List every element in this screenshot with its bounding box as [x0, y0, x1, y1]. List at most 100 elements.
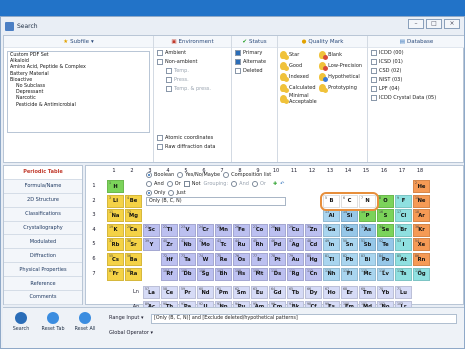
element-tc[interactable]: 43 Tc: [215, 238, 232, 252]
element-eu[interactable]: 63 Eu: [251, 286, 268, 300]
element-cu[interactable]: 29 Cu: [287, 223, 304, 237]
element-au[interactable]: 79 Au: [287, 253, 304, 266]
element-pb[interactable]: 82 Pb: [341, 253, 358, 266]
element-tb[interactable]: 65 Tb: [287, 286, 304, 300]
element-h[interactable]: 1H: [107, 180, 124, 193]
element-xe[interactable]: 54 Xe: [413, 238, 430, 252]
environment-option[interactable]: Press.: [166, 75, 231, 84]
close-button[interactable]: ×: [444, 19, 460, 29]
search-button[interactable]: Search: [9, 312, 33, 346]
element-li[interactable]: 3 Li: [107, 194, 124, 208]
checkbox[interactable]: [371, 67, 377, 74]
element-ni[interactable]: 28 Ni: [269, 223, 286, 237]
element-fr[interactable]: 87 Fr: [107, 267, 124, 281]
environment-option[interactable]: Temp. & press.: [166, 84, 231, 93]
element-cs[interactable]: 55 Cs: [107, 253, 124, 266]
element-i[interactable]: 53 I: [395, 238, 412, 252]
element-nh[interactable]: 113 Nh: [323, 267, 340, 281]
element-pd[interactable]: 46 Pd: [269, 238, 286, 252]
element-fe[interactable]: 26 Fe: [233, 223, 250, 237]
nav-reference[interactable]: Reference: [4, 277, 82, 292]
quality-option[interactable]: Star: [280, 49, 319, 60]
database-option[interactable]: CSD (02): [371, 66, 464, 75]
element-nb[interactable]: 41 Nb: [179, 238, 196, 252]
range-input-label[interactable]: Range Input ▾: [109, 315, 144, 321]
element-tm[interactable]: 69 Tm: [359, 286, 376, 300]
quality-option[interactable]: Calculated: [280, 82, 319, 93]
element-f[interactable]: 9F: [395, 194, 412, 208]
element-ir[interactable]: 77 Ir: [251, 253, 268, 266]
element-ce[interactable]: 58 Ce: [161, 286, 178, 300]
element-bi[interactable]: 83 Bi: [359, 253, 376, 266]
element-al[interactable]: 13 Al: [323, 209, 340, 223]
element-k[interactable]: 19 K: [107, 223, 124, 237]
element-nd[interactable]: 60 Nd: [197, 286, 214, 300]
element-co[interactable]: 27 Co: [251, 223, 268, 237]
element-os[interactable]: 76 Os: [233, 253, 250, 266]
element-he[interactable]: 2 He: [413, 180, 430, 193]
element-hf[interactable]: 72 Hf: [161, 253, 178, 266]
element-ds[interactable]: 110 Ds: [269, 267, 286, 281]
environment-option[interactable]: Ambient: [157, 48, 231, 57]
environment-extra[interactable]: Atomic coordinates: [157, 133, 231, 142]
element-rn[interactable]: 86 Rn: [413, 253, 430, 266]
element-ts[interactable]: 117 Ts: [395, 267, 412, 281]
element-te[interactable]: 52 Te: [377, 238, 394, 252]
element-pr[interactable]: 59 Pr: [179, 286, 196, 300]
subfile-item[interactable]: Pesticide & Antimicrobial: [10, 103, 147, 109]
element-er[interactable]: 68 Er: [341, 286, 358, 300]
element-cl[interactable]: 17 Cl: [395, 209, 412, 223]
checkbox[interactable]: [371, 49, 377, 56]
add-icon[interactable]: ✚: [273, 181, 277, 187]
element-dy[interactable]: 66 Dy: [305, 286, 322, 300]
checkbox[interactable]: [157, 143, 163, 150]
element-ra[interactable]: 88 Ra: [125, 267, 142, 281]
element-at[interactable]: 85 At: [395, 253, 412, 266]
nav-comments[interactable]: Comments: [4, 291, 82, 305]
checkbox[interactable]: [371, 85, 377, 92]
quality-option[interactable]: Minimal Acceptable: [280, 93, 319, 105]
element-pt[interactable]: 78 Pt: [269, 253, 286, 266]
grouping-and-radio[interactable]: And: [231, 180, 249, 187]
environment-option[interactable]: Non-ambient: [157, 57, 231, 66]
element-lv[interactable]: 116 Lv: [377, 267, 394, 281]
element-se[interactable]: 34 Se: [377, 223, 394, 237]
checkbox[interactable]: [371, 76, 377, 83]
element-kr[interactable]: 36 Kr: [413, 223, 430, 237]
element-yb[interactable]: 70 Yb: [377, 286, 394, 300]
element-ga[interactable]: 31 Ga: [323, 223, 340, 237]
element-rf[interactable]: 104 Rf: [161, 267, 178, 281]
element-w[interactable]: 74 W: [197, 253, 214, 266]
environment-extra[interactable]: Raw diffraction data: [157, 142, 231, 151]
nav-modulated[interactable]: Modulated: [4, 235, 82, 250]
element-hg[interactable]: 80 Hg: [305, 253, 322, 266]
status-option[interactable]: Deleted: [235, 66, 277, 75]
global-operator-label[interactable]: Global Operator ▾: [109, 330, 153, 336]
element-cn[interactable]: 112 Cn: [305, 267, 322, 281]
element-mg[interactable]: 12 Mg: [125, 209, 142, 223]
element-y[interactable]: 39 Y: [143, 238, 160, 252]
element-be[interactable]: 4 Be: [125, 194, 142, 208]
element-db[interactable]: 105 Db: [179, 267, 196, 281]
reset-all-button[interactable]: Reset All: [73, 312, 97, 346]
nav-2d-structure[interactable]: 2D Structure: [4, 193, 82, 208]
checkbox[interactable]: [235, 67, 241, 74]
database-option[interactable]: LPF (04): [371, 84, 464, 93]
element-s[interactable]: 16 S: [377, 209, 394, 223]
checkbox[interactable]: [157, 49, 163, 56]
subfile-list[interactable]: Custom PDF Set Alkaloid Amino Acid, Peptid…: [7, 51, 150, 133]
element-pm[interactable]: 61 Pm: [215, 286, 232, 300]
element-rg[interactable]: 111 Rg: [287, 267, 304, 281]
element-in[interactable]: 49 In: [323, 238, 340, 252]
element-ar[interactable]: 18 Ar: [413, 209, 430, 223]
element-rb[interactable]: 37 Rb: [107, 238, 124, 252]
element-fl[interactable]: 114 Fl: [341, 267, 358, 281]
environment-option[interactable]: Temp.: [166, 66, 231, 75]
checkbox[interactable]: [371, 58, 377, 65]
element-sb[interactable]: 51 Sb: [359, 238, 376, 252]
and-radio[interactable]: And: [146, 180, 164, 187]
element-cr[interactable]: 24 Cr: [197, 223, 214, 237]
database-option[interactable]: ICSD (01): [371, 57, 464, 66]
quality-option[interactable]: Prototyping: [319, 82, 365, 93]
undo-icon[interactable]: ↶: [280, 181, 284, 187]
